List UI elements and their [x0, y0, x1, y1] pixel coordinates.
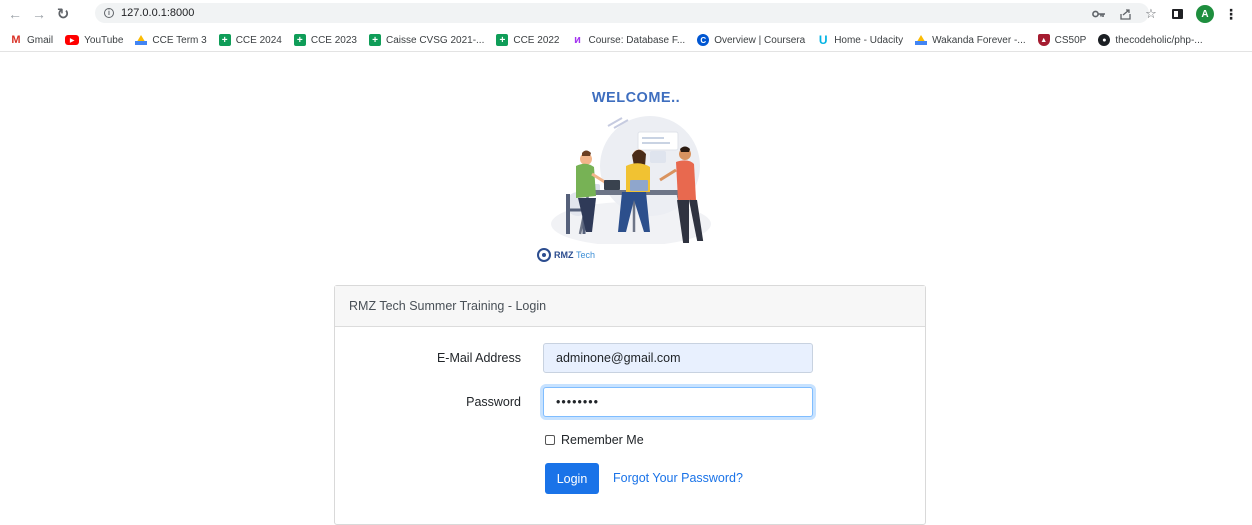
gmail-icon: M [11, 34, 21, 46]
site-info-icon[interactable]: i [104, 8, 114, 18]
password-input[interactable] [543, 387, 813, 417]
remember-me-label[interactable]: Remember Me [561, 433, 644, 447]
team-working-illustration [551, 116, 711, 244]
forgot-password-link[interactable]: Forgot Your Password? [613, 471, 743, 485]
logo-brand: RMZ [554, 250, 574, 260]
rmz-tech-logo: RMZ Tech [537, 248, 595, 262]
bookmark-cce-2024[interactable]: + CCE 2024 [213, 30, 288, 50]
bookmark-cs50p[interactable]: ▲ CS50P [1032, 30, 1093, 50]
bookmark-gmail[interactable]: M Gmail [0, 30, 59, 50]
google-sheets-icon: + [293, 34, 306, 46]
toolbar-actions: ☆ A ⋮ [1088, 3, 1252, 25]
youtube-icon: ▶ [65, 35, 80, 45]
bookmark-star-icon[interactable]: ☆ [1140, 3, 1162, 25]
login-button[interactable]: Login [545, 463, 599, 494]
forward-arrow-icon[interactable]: → [28, 3, 50, 25]
back-arrow-icon[interactable]: ← [4, 3, 26, 25]
udacity-icon: U [818, 33, 828, 47]
bookmark-coursera[interactable]: C Overview | Coursera [691, 30, 811, 50]
side-panel-icon[interactable] [1166, 3, 1188, 25]
github-icon: ● [1098, 34, 1111, 46]
bookmark-cce-2022[interactable]: + CCE 2022 [490, 30, 565, 50]
address-bar[interactable]: i 127.0.0.1:8000 [95, 3, 1149, 23]
remember-me[interactable]: Remember Me [545, 433, 644, 447]
browser-toolbar: ← → ↻ i 127.0.0.1:8000 ☆ A ⋮ [0, 0, 1252, 28]
email-input[interactable] [543, 343, 813, 373]
profile-avatar[interactable]: A [1196, 5, 1214, 23]
remember-me-checkbox[interactable] [545, 435, 555, 445]
login-card-title: RMZ Tech Summer Training - Login [335, 286, 925, 327]
login-card: RMZ Tech Summer Training - Login E-Mail … [334, 285, 926, 525]
reload-icon[interactable]: ↻ [52, 3, 74, 25]
google-sheets-icon: + [368, 34, 381, 46]
email-label: E-Mail Address [436, 351, 521, 365]
password-row: Password [335, 387, 927, 417]
google-sheets-icon: + [218, 34, 231, 46]
bookmark-wakanda-forever[interactable]: Wakanda Forever -... [909, 30, 1032, 50]
share-icon[interactable] [1114, 3, 1136, 25]
udemy-icon: и [574, 34, 581, 46]
address-url[interactable]: 127.0.0.1:8000 [121, 7, 194, 19]
bookmark-database-course[interactable]: и Course: Database F... [566, 30, 692, 50]
email-row: E-Mail Address [335, 343, 927, 373]
google-sheets-icon: + [496, 34, 509, 46]
gear-logo-icon [537, 248, 551, 262]
key-icon[interactable] [1088, 3, 1110, 25]
kebab-menu-icon[interactable]: ⋮ [1220, 3, 1242, 25]
bookmark-udacity[interactable]: U Home - Udacity [811, 30, 909, 50]
bookmark-cce-2023[interactable]: + CCE 2023 [288, 30, 363, 50]
bookmark-caisse-cvsg[interactable]: + Caisse CVSG 2021-... [363, 30, 490, 50]
coursera-icon: C [697, 34, 710, 46]
cs50-icon: ▲ [1037, 34, 1050, 46]
google-drive-icon [915, 35, 928, 45]
password-label: Password [466, 395, 521, 409]
google-drive-icon [135, 35, 148, 45]
bookmarks-bar: M Gmail ▶ YouTube CCE Term 3 + CCE 2024 + CC… [0, 29, 1252, 52]
bookmark-cce-term-3[interactable]: CCE Term 3 [129, 30, 212, 50]
bookmark-youtube[interactable]: ▶ YouTube [59, 30, 129, 50]
logo-suffix: Tech [576, 250, 596, 260]
welcome-heading: WELCOME.. [591, 90, 681, 106]
bookmark-thecodeholic[interactable]: ● thecodeholic/php-... [1092, 30, 1208, 50]
